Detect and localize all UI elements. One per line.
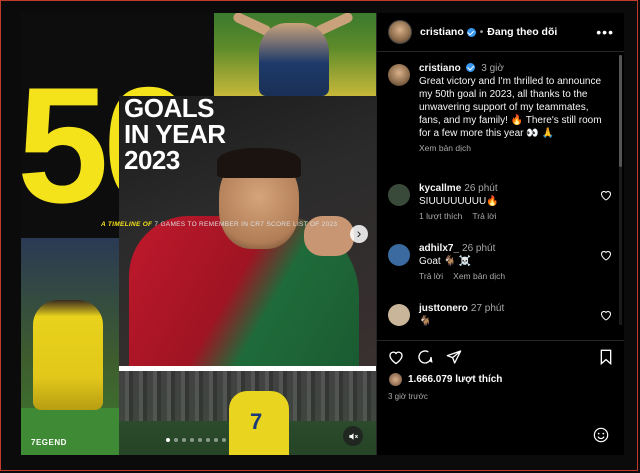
carousel-dot[interactable] — [206, 438, 210, 442]
comment-action-link[interactable]: Trả lời — [472, 211, 496, 221]
caption: cristiano 3 giờ Great victory and I'm th… — [388, 62, 603, 155]
comment-time: 26 phút — [462, 243, 496, 254]
brand-logo: 7EGEND — [31, 438, 67, 447]
comment-icon[interactable] — [417, 349, 433, 365]
comment-meta: 1 lượt thích Trả lời — [419, 210, 507, 223]
following-button[interactable]: Đang theo dõi — [487, 26, 557, 38]
post-header: cristiano • Đang theo dõi ••• — [377, 13, 624, 52]
avatar[interactable] — [388, 20, 412, 44]
jersey-number: 7 — [250, 409, 263, 434]
comment-username[interactable]: justtonero — [419, 303, 468, 314]
likes-count[interactable]: 1.666.079 lượt thích — [408, 374, 502, 385]
speaker-muted-icon — [348, 432, 358, 440]
liker-avatar — [388, 372, 403, 387]
post-media-carousel[interactable]: 50 GOALS IN YEAR 2023 A TIMELINE OF 7 GA… — [21, 13, 376, 455]
comments-list[interactable]: cristiano 3 giờ Great victory and I'm th… — [377, 52, 624, 340]
comment-item: justtonero 27 phút 🐐 — [388, 302, 603, 330]
comment-item: adhilx7_ 26 phút Goat 🐐 ☠️ Trả lời Xem bản d… — [388, 242, 603, 283]
more-options-icon[interactable]: ••• — [596, 24, 614, 40]
bookmark-icon[interactable] — [599, 349, 613, 365]
comment-text: SIUUUUUUUU🔥 — [419, 196, 499, 207]
verified-badge-icon — [466, 27, 476, 37]
post-modal: 50 GOALS IN YEAR 2023 A TIMELINE OF 7 GA… — [21, 13, 624, 455]
timeline-caption: A TIMELINE OF 7 GAMES TO REMEMBER IN CR7… — [101, 221, 338, 228]
comment-like-heart-icon[interactable] — [600, 250, 612, 261]
heart-icon[interactable] — [388, 350, 404, 365]
comment-username[interactable]: kycallme — [419, 183, 461, 194]
carousel-dot[interactable] — [166, 438, 170, 442]
carousel-dot[interactable] — [198, 438, 202, 442]
verified-badge-icon — [466, 63, 476, 72]
action-bar: 1.666.079 lượt thích 3 giờ trước — [377, 340, 624, 401]
crowd-photo: 7 — [119, 371, 376, 455]
comment-action-link[interactable]: 1 lượt thích — [419, 211, 462, 221]
comment-text: 🐐 — [419, 316, 432, 327]
comment-username[interactable]: adhilx7_ — [419, 243, 459, 254]
post-side-panel: cristiano • Đang theo dõi ••• cristiano … — [376, 13, 624, 455]
share-icon[interactable] — [446, 349, 462, 365]
comment-like-heart-icon[interactable] — [600, 190, 612, 201]
headline: GOALS IN YEAR 2023 — [124, 93, 226, 175]
carousel-dot[interactable] — [190, 438, 194, 442]
likes-row[interactable]: 1.666.079 lượt thích — [388, 372, 613, 387]
comment-action-link[interactable]: Xem bản dịch — [453, 271, 505, 281]
carousel-dot[interactable] — [182, 438, 186, 442]
avatar[interactable] — [388, 64, 410, 86]
next-slide-button[interactable]: › — [350, 225, 368, 243]
comment-text: Goat 🐐 ☠️ — [419, 256, 472, 267]
mute-button[interactable] — [343, 426, 363, 446]
avatar[interactable] — [388, 244, 410, 266]
comment-item: kycallme 26 phút SIUUUUUUUU🔥 1 lượt thích Tr… — [388, 182, 603, 223]
comment-meta: Trả lời Xem bản dịch — [419, 270, 515, 283]
comment-time: 26 phút — [464, 183, 498, 194]
avatar[interactable] — [388, 184, 410, 206]
caption-translate-link[interactable]: Xem bản dịch — [419, 142, 603, 155]
emoji-icon[interactable] — [593, 427, 609, 443]
comment-action-link[interactable]: Trả lời — [419, 271, 443, 281]
author-username[interactable]: cristiano — [420, 26, 464, 38]
carousel-dots — [166, 438, 226, 442]
caption-text: Great victory and I'm thrilled to announ… — [419, 76, 602, 139]
caption-time: 3 giờ — [481, 63, 504, 74]
carousel-dot[interactable] — [214, 438, 218, 442]
caption-username[interactable]: cristiano — [419, 63, 461, 74]
posted-time: 3 giờ trước — [388, 392, 428, 401]
carousel-dot[interactable] — [222, 438, 226, 442]
scrollbar-thumb[interactable] — [619, 55, 622, 167]
avatar[interactable] — [388, 304, 410, 326]
kneeling-player-photo — [21, 238, 119, 455]
comment-time: 27 phút — [470, 303, 505, 314]
carousel-dot[interactable] — [174, 438, 178, 442]
celebration-photo — [214, 13, 376, 96]
comment-like-heart-icon[interactable] — [600, 310, 612, 321]
